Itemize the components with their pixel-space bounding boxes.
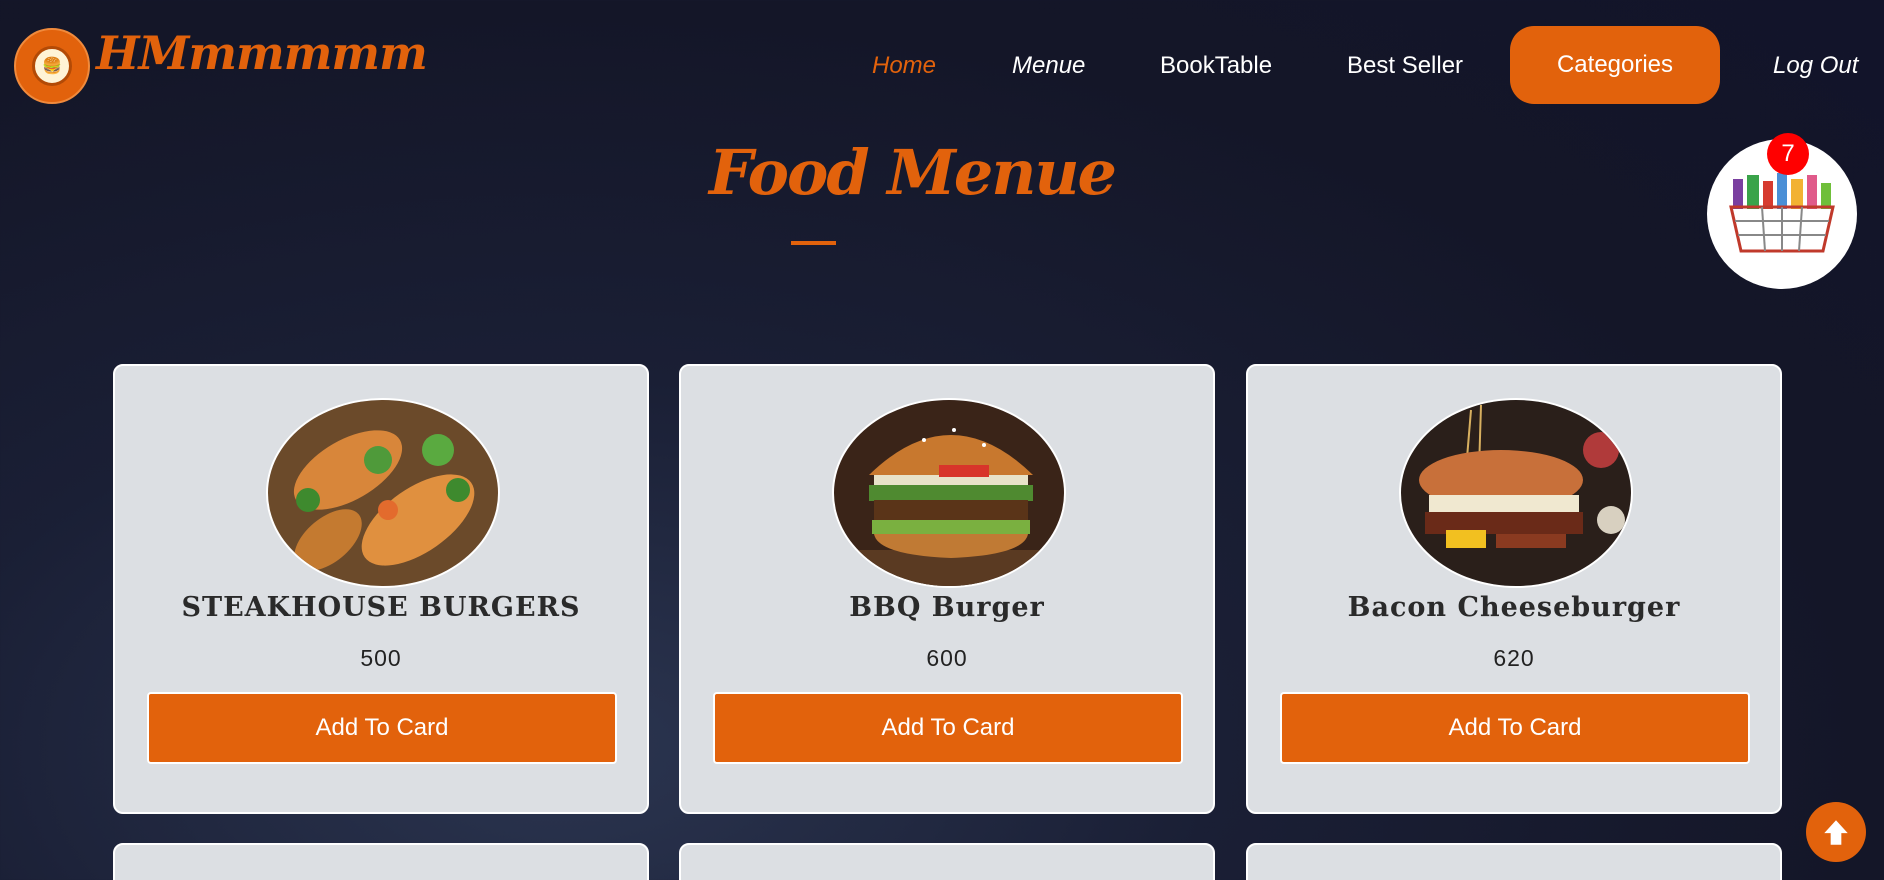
food-card: BBQ Burger 600 Add To Card bbox=[679, 364, 1215, 814]
food-image bbox=[1399, 398, 1633, 588]
brand-name[interactable]: HMmmmmm bbox=[96, 26, 428, 80]
food-card bbox=[679, 843, 1215, 880]
categories-button[interactable]: Categories bbox=[1510, 26, 1720, 104]
nav-logout[interactable]: Log Out bbox=[1773, 52, 1858, 80]
food-price: 600 bbox=[926, 645, 968, 671]
burger-logo-icon: 🍔 bbox=[32, 46, 72, 86]
nav-menue[interactable]: Menue bbox=[1012, 52, 1085, 80]
food-image bbox=[266, 398, 500, 588]
logo[interactable]: 🍔 bbox=[14, 28, 90, 104]
title-underline bbox=[791, 241, 836, 245]
nav-booktable[interactable]: BookTable bbox=[1160, 52, 1272, 80]
page-title: Food Menue bbox=[709, 136, 1117, 209]
scroll-to-top-button[interactable] bbox=[1806, 802, 1866, 862]
nav-home[interactable]: Home bbox=[872, 52, 936, 80]
food-card bbox=[113, 843, 649, 880]
nav-best-seller[interactable]: Best Seller bbox=[1347, 52, 1463, 80]
food-card: Bacon Cheeseburger 620 Add To Card bbox=[1246, 364, 1782, 814]
food-image bbox=[832, 398, 1066, 588]
food-name: BBQ Burger bbox=[849, 592, 1045, 623]
cart-count-badge: 7 bbox=[1767, 133, 1809, 175]
arrow-up-icon bbox=[1824, 820, 1848, 845]
shopping-basket-icon bbox=[1729, 173, 1835, 253]
food-price: 620 bbox=[1493, 645, 1535, 671]
food-price: 500 bbox=[360, 645, 402, 671]
add-to-card-button[interactable]: Add To Card bbox=[147, 692, 617, 764]
add-to-card-button[interactable]: Add To Card bbox=[1280, 692, 1750, 764]
food-name: Bacon Cheeseburger bbox=[1347, 592, 1681, 623]
food-card bbox=[1246, 843, 1782, 880]
food-name: STEAKHOUSE BURGERS bbox=[181, 592, 581, 623]
add-to-card-button[interactable]: Add To Card bbox=[713, 692, 1183, 764]
food-card: STEAKHOUSE BURGERS 500 Add To Card bbox=[113, 364, 649, 814]
navbar: 🍔 HMmmmmm Home Menue BookTable Best Sell… bbox=[0, 0, 1884, 130]
